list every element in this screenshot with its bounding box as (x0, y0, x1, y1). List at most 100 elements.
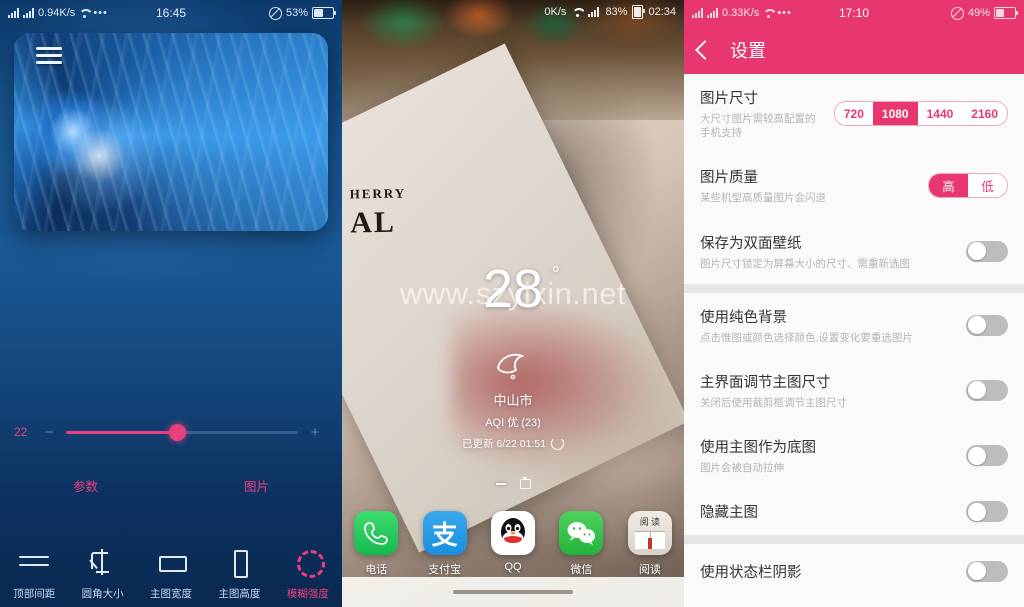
tool-blur-strength[interactable]: 模糊强度 (274, 547, 342, 601)
row-subtitle: 关闭后使用裁剪框调节主图尺寸 (700, 396, 847, 409)
segment-1440[interactable]: 1440 (917, 102, 963, 126)
segment-low[interactable]: 低 (968, 174, 1007, 198)
slider-increase-button[interactable]: + (302, 424, 328, 441)
wifi-icon (78, 8, 90, 18)
home-pill[interactable] (453, 590, 573, 594)
segment-1080[interactable]: 1080 (872, 102, 918, 126)
camera-icon[interactable] (519, 477, 531, 489)
back-chevron-icon[interactable] (695, 40, 715, 60)
status-bar-panel1: 0.94K/s ••• 16:45 53% (0, 0, 342, 26)
signal-icon-2 (23, 8, 35, 18)
segment-2160[interactable]: 2160 (962, 102, 1007, 126)
row-title: 保存为双面壁纸 (700, 235, 802, 252)
toggle-statusbar-shadow[interactable] (966, 560, 1008, 582)
battery-percent-panel3: 49% (967, 7, 990, 19)
tool-image-height[interactable]: 主图高度 (205, 547, 273, 601)
hamburger-icon[interactable] (36, 47, 62, 65)
row-control[interactable] (966, 379, 1008, 401)
corner-radius-icon (86, 547, 120, 577)
setting-row-solid-background[interactable]: 使用纯色背景 点击惟图或颜色选择颜色,设置变化要重选图片 (684, 293, 1024, 358)
battery-icon (312, 7, 336, 19)
row-text: 隐藏主图 (700, 501, 956, 522)
toggle-main-ui-resize[interactable] (966, 379, 1008, 401)
segment-720[interactable]: 720 (834, 102, 873, 126)
tool-label: 模糊强度 (286, 588, 329, 600)
setting-row-main-image-shadow[interactable]: 使用主图阴影 (684, 598, 1024, 607)
tool-top-spacing[interactable]: 顶部间距 (0, 547, 68, 601)
settings-app-bar: 设置 (684, 26, 1024, 74)
app-label: 支付宝 (428, 564, 462, 576)
app-phone[interactable]: 电话 (342, 511, 410, 577)
slider-decrease-button[interactable]: − (36, 424, 62, 441)
image-height-icon (222, 547, 256, 578)
app-qq[interactable]: QQ (479, 511, 547, 577)
row-title: 使用主图作为底图 (700, 440, 816, 457)
image-width-icon (154, 547, 188, 577)
row-control[interactable] (966, 501, 1008, 523)
slider-track[interactable] (66, 423, 298, 441)
battery-icon (632, 5, 646, 19)
setting-row-image-quality[interactable]: 图片质量 某些机型高质量图片会闪退 高 低 (684, 153, 1024, 218)
signal-icon (8, 8, 20, 18)
editor-tabs: 参数 图片 (0, 476, 342, 495)
toggle-main-as-background[interactable] (966, 445, 1008, 467)
status-bar-panel2: 0K/s 83% 02:34 (342, 0, 684, 24)
row-title: 图片尺寸 (700, 91, 758, 107)
settings-group-2: 使用纯色背景 点击惟图或颜色选择颜色,设置变化要重选图片 主界面调节主图尺寸 关… (684, 292, 1024, 536)
magazine-cover-text: HERRY AL (350, 186, 407, 241)
row-title: 隐藏主图 (700, 505, 758, 522)
row-control[interactable] (966, 314, 1008, 336)
signal-icon (588, 7, 600, 17)
magazine-line2: AL (349, 205, 397, 240)
wallpaper-preview-card[interactable] (14, 33, 328, 231)
home-indicator-row (342, 477, 684, 489)
tool-corner-radius[interactable]: 圆角大小 (68, 547, 136, 601)
image-quality-segmented-control[interactable]: 高 低 (928, 173, 1008, 199)
network-speed-panel2: 0K/s (544, 6, 567, 18)
setting-row-main-as-background[interactable]: 使用主图作为底图 图片会被自动拉伸 (684, 423, 1024, 488)
row-text: 图片尺寸 大尺寸图片需较高配置的手机支持 (700, 87, 824, 140)
segment-high[interactable]: 高 (929, 174, 968, 198)
status-right-panel1: 53% (268, 6, 336, 20)
row-control[interactable] (966, 240, 1008, 262)
setting-row-main-ui-resize[interactable]: 主界面调节主图尺寸 关闭后使用裁剪框调节主图尺寸 (684, 358, 1024, 423)
app-alipay[interactable]: 支 支付宝 (410, 511, 478, 577)
toggle-hide-main-image[interactable] (966, 501, 1008, 523)
setting-row-hide-main-image[interactable]: 隐藏主图 (684, 488, 1024, 535)
status-bar-panel3: 0.33K/s ••• 17:10 49% (684, 0, 1024, 26)
weather-updated: 已更新 6/22 01:51 (342, 436, 684, 451)
tab-image[interactable]: 图片 (171, 476, 342, 495)
setting-row-dual-wallpaper[interactable]: 保存为双面壁纸 图片尺寸锁定为屏幕大小的尺寸、需重新选图 (684, 219, 1024, 284)
row-control[interactable] (966, 445, 1008, 467)
row-control[interactable]: 高 低 (928, 173, 1008, 199)
app-label: 阅读 (638, 564, 661, 576)
battery-percent-panel2: 83% (605, 6, 628, 18)
slider-thumb[interactable] (168, 423, 186, 441)
app-wechat[interactable]: 微信 (547, 511, 615, 577)
settings-list[interactable]: 图片尺寸 大尺寸图片需较高配置的手机支持 720 1080 1440 2160 (684, 74, 1024, 607)
setting-row-image-size[interactable]: 图片尺寸 大尺寸图片需较高配置的手机支持 720 1080 1440 2160 (684, 74, 1024, 153)
row-control[interactable]: 720 1080 1440 2160 (833, 101, 1008, 127)
row-subtitle: 点击惟图或颜色选择颜色,设置变化要重选图片 (700, 331, 913, 344)
phone-icon (354, 511, 399, 555)
setting-row-statusbar-shadow[interactable]: 使用状态栏阴影 (684, 544, 1024, 598)
blur-strength-icon (291, 547, 325, 578)
tab-parameters[interactable]: 参数 (0, 476, 171, 495)
row-control[interactable] (966, 560, 1008, 582)
tool-label: 顶部间距 (13, 588, 56, 600)
app-label: 微信 (570, 564, 593, 576)
app-reading[interactable]: 阅 读 阅读 (616, 511, 684, 577)
parameter-slider-row[interactable]: 22 − + (0, 419, 342, 445)
image-size-segmented-control[interactable]: 720 1080 1440 2160 (833, 101, 1008, 127)
menu-dash-icon[interactable] (495, 483, 506, 485)
group-separator-2 (684, 535, 1024, 545)
toggle-dual-wallpaper[interactable] (966, 240, 1008, 262)
refresh-icon[interactable] (551, 437, 565, 450)
tool-label: 主图宽度 (150, 588, 193, 600)
tool-image-width[interactable]: 主图宽度 (137, 547, 205, 601)
settings-group-1: 图片尺寸 大尺寸图片需较高配置的手机支持 720 1080 1440 2160 (684, 74, 1024, 284)
row-title: 使用纯色背景 (700, 309, 787, 326)
app-label: QQ (504, 561, 522, 573)
row-title: 主界面调节主图尺寸 (700, 374, 831, 391)
toggle-solid-background[interactable] (966, 314, 1008, 336)
